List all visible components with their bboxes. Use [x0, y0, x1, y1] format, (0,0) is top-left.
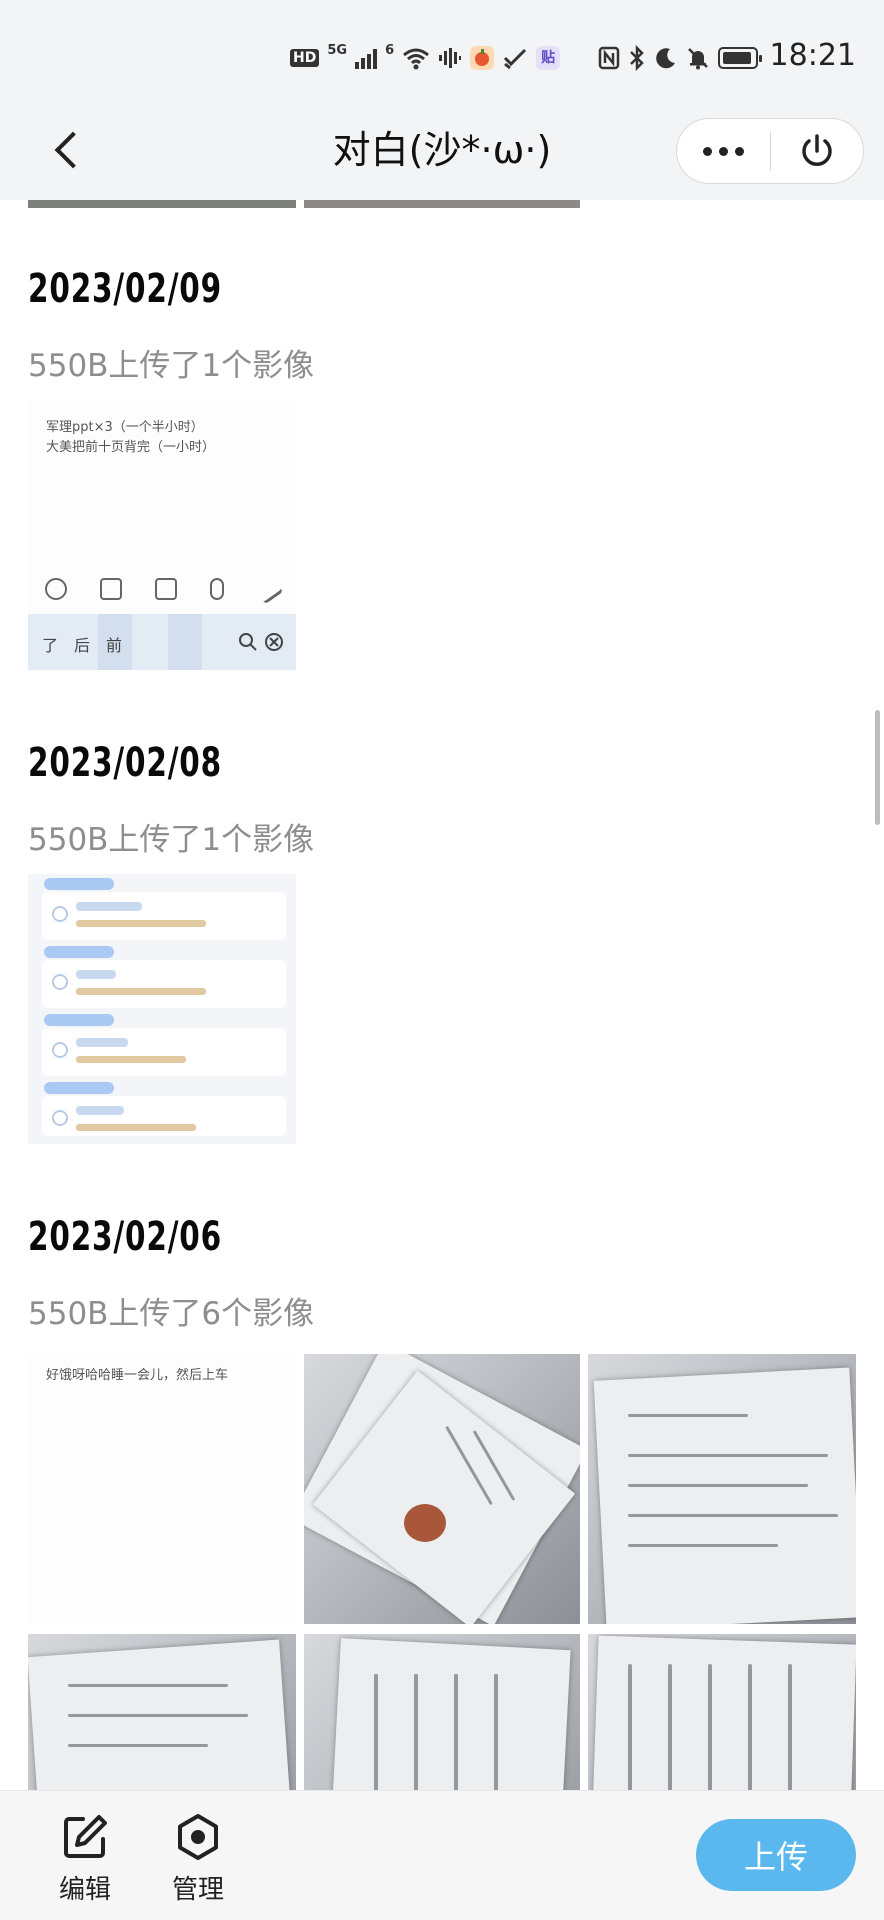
nfc-icon — [598, 46, 620, 70]
image-thumbnail[interactable] — [304, 1634, 580, 1790]
image-thumbnail[interactable]: 好饿呀哈哈睡一会儿，然后上车 — [28, 1354, 296, 1624]
mute-bell-icon — [688, 48, 708, 70]
note-line: 好饿呀哈哈睡一会儿，然后上车 — [46, 1368, 229, 1383]
network-label: 5G — [327, 42, 348, 58]
status-bar: HD 5G 6 贴 18:21 — [0, 0, 884, 100]
note-line: 军理ppt×3（一个半小时） — [46, 420, 204, 435]
status-icons: HD 5G 6 贴 — [290, 40, 763, 76]
previous-thumbnail[interactable] — [304, 200, 580, 208]
page-title: 对白(沙*·ω·) — [332, 128, 552, 172]
edit-icon — [64, 1815, 107, 1858]
image-icon — [154, 578, 177, 600]
back-button[interactable] — [40, 122, 96, 178]
previous-thumbnail[interactable] — [28, 200, 296, 208]
mic-icon — [210, 578, 225, 600]
check-icon — [44, 578, 67, 600]
battery-icon — [718, 47, 763, 69]
manage-icon — [178, 1814, 218, 1860]
audio-wave-icon — [439, 48, 462, 68]
check-link-icon — [504, 48, 527, 70]
section-summary: 550B上传了6个影像 — [28, 1296, 315, 1332]
manage-label: 管理 — [171, 1875, 224, 1905]
keyboard-key: 后 — [74, 636, 91, 655]
search-icon — [239, 633, 257, 651]
miniapp-capsule — [676, 118, 864, 184]
nav-bar: 对白(沙*·ω·) — [0, 100, 884, 200]
fruit-app-icon — [470, 46, 495, 70]
feed-scroll[interactable]: 2023/02/09 550B上传了1个影像 军理ppt×3（一个半小时） 大美… — [0, 200, 884, 1790]
note-line: 大美把前十页背完（一小时） — [46, 440, 216, 455]
keyboard-key: 了 — [42, 636, 59, 655]
upload-button[interactable]: 上传 — [696, 1819, 856, 1891]
image-thumbnail[interactable]: 军理ppt×3（一个半小时） 大美把前十页背完（一小时） 了 后 前 — [28, 400, 296, 670]
wifi-network-label: 6 — [385, 42, 395, 58]
edit-button[interactable]: 编辑 — [45, 1813, 125, 1906]
more-button[interactable] — [677, 119, 770, 183]
edit-label: 编辑 — [58, 1875, 111, 1905]
section-summary: 550B上传了1个影像 — [28, 348, 315, 384]
signal-icon — [355, 47, 378, 69]
hd-badge: HD — [290, 49, 320, 67]
section-date: 2023/02/06 — [28, 1214, 223, 1260]
scrollbar[interactable] — [875, 710, 880, 825]
close-circle-icon — [265, 633, 283, 651]
image-thumbnail[interactable] — [28, 874, 296, 1144]
section-date: 2023/02/09 — [28, 266, 223, 312]
more-dots-icon — [703, 146, 712, 156]
manage-button[interactable]: 管理 — [158, 1813, 238, 1906]
power-icon — [802, 134, 832, 166]
bottom-toolbar: 编辑 管理 上传 — [0, 1790, 884, 1920]
image-thumbnail[interactable] — [588, 1354, 856, 1624]
pen-icon — [253, 573, 284, 605]
wifi-icon — [403, 48, 430, 70]
bluetooth-icon — [630, 45, 644, 71]
text-style-icon — [99, 578, 122, 600]
image-thumbnail[interactable] — [588, 1634, 856, 1790]
moon-icon — [656, 48, 676, 69]
close-miniapp-button[interactable] — [771, 119, 863, 183]
sticker-image — [404, 1504, 446, 1542]
chevron-left-icon — [54, 131, 92, 169]
image-thumbnail[interactable] — [28, 1634, 296, 1790]
keyboard-key: 前 — [106, 636, 123, 655]
section-date: 2023/02/08 — [28, 740, 223, 786]
sticker-app-icon: 贴 — [536, 46, 561, 70]
section-summary: 550B上传了1个影像 — [28, 822, 315, 858]
image-thumbnail[interactable] — [304, 1354, 580, 1624]
status-time: 18:21 — [769, 38, 856, 73]
keyboard-strip: 了 后 前 — [28, 614, 296, 670]
